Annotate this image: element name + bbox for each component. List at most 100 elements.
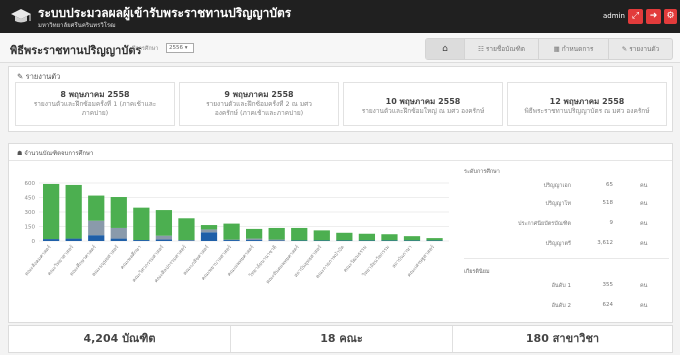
y-tick-label: 450 <box>25 196 36 202</box>
bar-segment[interactable] <box>291 227 308 241</box>
honor-label: อันดับ 2 <box>551 303 571 309</box>
level-row: ปริญญาโท 518 คน <box>464 200 669 210</box>
level-unit: คน <box>640 241 648 247</box>
bar-segment[interactable] <box>65 184 82 239</box>
honor-value: 624 <box>602 302 614 308</box>
bar-segment[interactable] <box>43 183 60 240</box>
page-header: พิธีพระราชทานปริญญาบัตร ปีการศึกษา 2556 … <box>0 33 680 63</box>
y-tick-label: 150 <box>25 225 36 231</box>
bar-segment[interactable] <box>268 239 285 241</box>
tab-graduate-list[interactable]: ☷ รายชื่อบัณฑิต <box>464 39 538 59</box>
bar-segment[interactable] <box>246 240 263 241</box>
report-desc: รายงานตัวและฝึกซ้อมครั้งที่ 2 ณ มศว <box>206 100 312 108</box>
divider <box>464 258 669 259</box>
y-tick-label: 600 <box>25 181 36 187</box>
total-graduates: 4,204 บัณฑิต <box>83 332 156 345</box>
report-card[interactable]: 12 พฤษภาคม 2558 พิธีพระราชทานปริญญาบัตร … <box>507 82 667 126</box>
level-unit: คน <box>640 221 648 227</box>
total-faculties: 18 คณะ <box>320 332 363 345</box>
bar-segment[interactable] <box>200 229 218 233</box>
page-title: พิธีพระราชทานปริญญาบัตร <box>10 44 142 57</box>
bar-segment[interactable] <box>313 230 330 241</box>
x-tick-label: คณะพลศึกษา <box>119 244 143 271</box>
report-desc: รายงานตัวและฝึกซ้อมใหญ่ ณ มศว องครักษ์ <box>361 107 485 115</box>
honor-value: 355 <box>602 282 614 288</box>
honor-label: อันดับ 1 <box>551 283 571 289</box>
honor-row: อันดับ 1 355 คน <box>464 282 669 292</box>
logout-icon[interactable]: ➜ <box>646 9 661 24</box>
app-subtitle: มหาวิทยาลัยศรีนครินทรวิโรฒ <box>38 22 116 29</box>
bar-segment[interactable] <box>155 210 173 236</box>
report-desc: องครักษ์ (ภาคเช้าและภาคบ่าย) <box>214 109 304 117</box>
level-value: 65 <box>606 182 613 188</box>
top-navbar: ระบบประมวลผลผู้เข้ารับพระราชทานปริญญาบัต… <box>0 0 680 33</box>
bar-segment[interactable] <box>223 223 240 240</box>
bar-segment[interactable] <box>358 233 376 241</box>
report-desc: พิธีพระราชทานปริญญาบัตร ณ มศว องครักษ์ <box>524 107 650 115</box>
total-majors: 180 สาขาวิชา <box>525 332 600 345</box>
year-select[interactable]: 2556 ▾ <box>166 43 194 53</box>
level-row: ประกาศนียบัตรบัณฑิต 9 คน <box>464 220 669 230</box>
bar-segment[interactable] <box>110 197 127 228</box>
tab-report[interactable]: ✎ รายงานตัว <box>608 39 672 59</box>
user-name[interactable]: admin <box>603 12 625 20</box>
bar-segment[interactable] <box>200 232 218 241</box>
bar-segment[interactable] <box>155 239 173 241</box>
bar-segment[interactable] <box>178 218 195 241</box>
report-desc: ภาคบ่าย) <box>81 109 109 117</box>
x-tick-label: สถาบันภาษา <box>391 244 414 269</box>
y-tick-label: 0 <box>32 239 36 245</box>
bar-segment[interactable] <box>246 238 263 241</box>
level-unit: คน <box>640 183 648 189</box>
report-desc: รายงานตัวและฝึกซ้อมครั้งที่ 1 (ภาคเช้าแล… <box>33 100 157 108</box>
report-card[interactable]: 8 พฤษภาคม 2558 รายงานตัวและฝึกซ้อมครั้งท… <box>15 82 175 126</box>
bar-segment[interactable] <box>403 236 421 241</box>
bar-segment[interactable] <box>110 238 127 241</box>
level-unit: คน <box>640 201 648 207</box>
bar-segment[interactable] <box>133 240 150 241</box>
bar-segment[interactable] <box>381 234 398 241</box>
bar-segment[interactable] <box>88 195 105 221</box>
bar-segment[interactable] <box>246 228 263 239</box>
bar-segment[interactable] <box>336 232 353 241</box>
bar-segment[interactable] <box>268 227 285 240</box>
honors-heading: เกียรตินิยม <box>464 269 490 275</box>
nav-tabs: ⌂ ☷ รายชื่อบัณฑิต ▦ กำหนดการ ✎ รายงานตัว <box>425 38 673 60</box>
home-icon[interactable]: ⌂ <box>426 39 464 59</box>
level-label: ปริญญาเอก <box>543 183 571 189</box>
honor-unit: คน <box>640 303 648 309</box>
bar-segment[interactable] <box>43 239 60 241</box>
graduates-chart-panel: ☗ จำนวนบัณฑิตจบการศึกษา 600 450 300 150 0 คณะ… <box>8 143 673 323</box>
y-tick-label: 300 <box>25 210 36 216</box>
level-value: 518 <box>602 200 614 206</box>
bar-segment[interactable] <box>155 235 173 240</box>
level-row: ปริญญาเอก 65 คน <box>464 182 669 192</box>
bar-segment[interactable] <box>223 240 240 241</box>
gear-icon[interactable]: ⚙ <box>664 9 677 24</box>
level-label: ปริญญาตรี <box>545 241 571 247</box>
honor-row: อันดับ 2 624 คน <box>464 302 669 312</box>
graduates-bar-chart: 6004503001500คณะสังคมศาสตร์คณะวิทยาศาสตร… <box>23 181 449 285</box>
level-value: 9 <box>609 220 614 226</box>
report-panel: ✎ รายงานตัว 8 พฤษภาคม 2558 รายงานตัวและฝ… <box>8 66 673 132</box>
bar-segment[interactable] <box>133 207 150 241</box>
expand-icon[interactable]: ⤢ <box>628 9 643 24</box>
level-row: ปริญญาตรี 3,612 คน <box>464 240 669 250</box>
year-value: 2556 <box>169 45 183 51</box>
level-value: 3,612 <box>597 240 613 246</box>
bar-segment[interactable] <box>200 225 218 230</box>
levels-heading: ระดับการศึกษา <box>464 169 500 175</box>
report-card[interactable]: 10 พฤษภาคม 2558 รายงานตัวและฝึกซ้อมใหญ่ … <box>343 82 503 126</box>
honor-unit: คน <box>640 283 648 289</box>
graduation-cap-icon <box>11 9 31 23</box>
bar-segment[interactable] <box>110 227 127 239</box>
bar-segment[interactable] <box>88 220 105 236</box>
bar-segment[interactable] <box>426 238 443 241</box>
bar-segment[interactable] <box>88 235 105 241</box>
tab-schedule[interactable]: ▦ กำหนดการ <box>538 39 608 59</box>
bar-segment[interactable] <box>65 238 82 241</box>
level-label: ปริญญาโท <box>545 201 572 207</box>
level-label: ประกาศนียบัตรบัณฑิต <box>517 221 571 227</box>
chart-heading: ☗ จำนวนบัณฑิตจบการศึกษา <box>17 150 94 157</box>
report-card[interactable]: 9 พฤษภาคม 2558 รายงานตัวและฝึกซ้อมครั้งท… <box>179 82 339 126</box>
